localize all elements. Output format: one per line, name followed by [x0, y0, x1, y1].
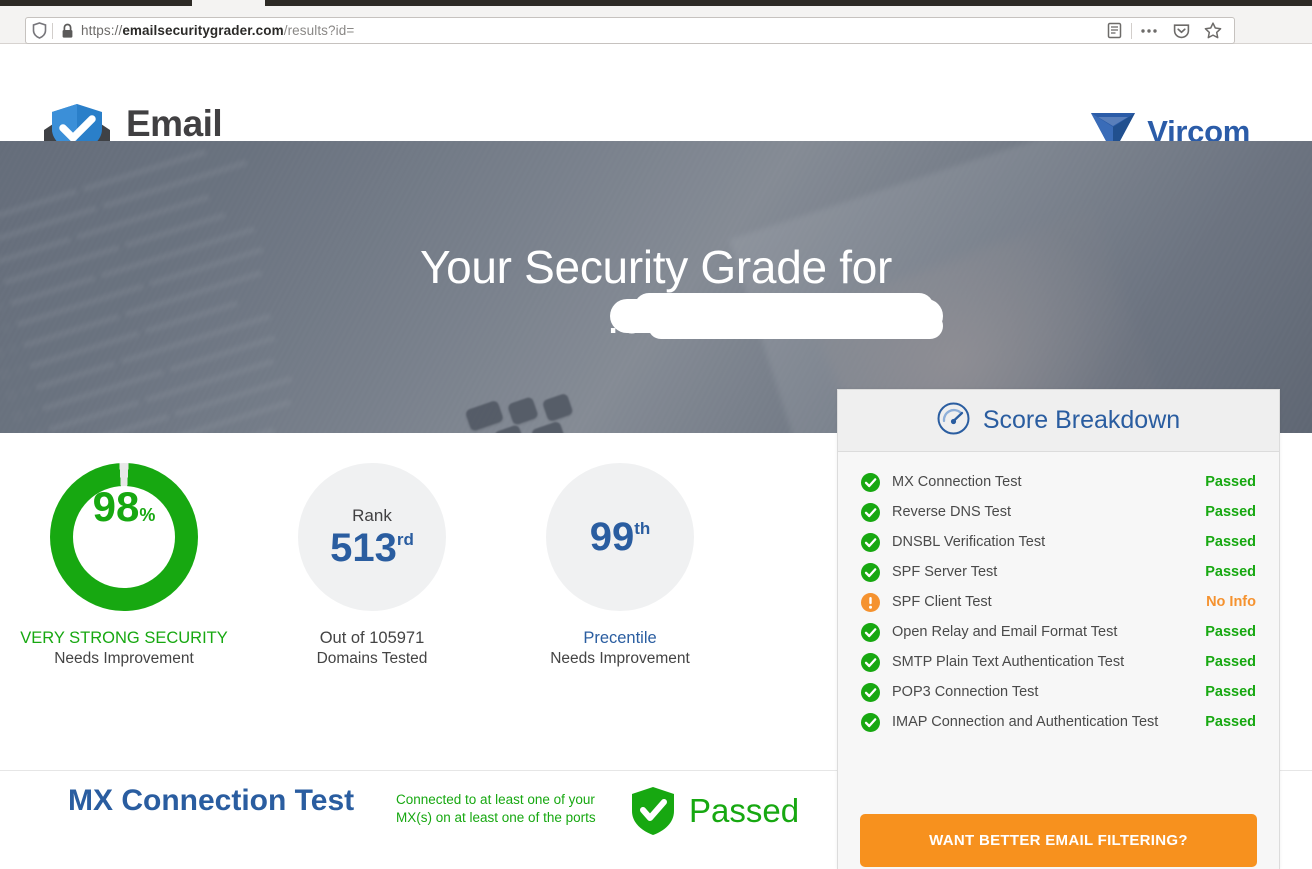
- speedometer-icon: [937, 402, 970, 440]
- test-result: Passed: [1205, 474, 1256, 490]
- mx-test-status: Passed: [630, 786, 799, 836]
- rank-caption-primary: Out of 105971: [319, 629, 425, 647]
- grade-donut-center: 98 %: [73, 486, 175, 588]
- test-name: SPF Server Test: [892, 564, 998, 580]
- check-circle-icon: [861, 532, 892, 552]
- test-name: POP3 Connection Test: [892, 684, 1039, 700]
- check-circle-icon: [861, 622, 892, 642]
- rank-circle: Rank 513rd: [298, 463, 446, 611]
- url-text: https://emailsecuritygrader.com/results?…: [81, 23, 1099, 38]
- test-name: Open Relay and Email Format Test: [892, 624, 1118, 640]
- score-card-rank: Rank 513rd Out of 105971 Domains Tested: [248, 463, 496, 670]
- table-row[interactable]: DNSBL Verification Test Passed: [861, 527, 1256, 557]
- table-row[interactable]: POP3 Connection Test Passed: [861, 677, 1256, 707]
- grade-caption-primary: VERY STRONG SECURITY: [20, 629, 228, 647]
- page-viewport: Email Security Grader Vircom: [0, 45, 1312, 869]
- browser-window: https://emailsecuritygrader.com/results?…: [0, 0, 1312, 869]
- url-bar[interactable]: https://emailsecuritygrader.com/results?…: [25, 17, 1235, 44]
- percentile-value-group: 99th: [590, 517, 651, 557]
- exclamation-circle-icon: [861, 592, 892, 612]
- url-scheme: https://: [81, 23, 123, 38]
- check-circle-icon: [861, 562, 892, 582]
- table-row[interactable]: Open Relay and Email Format Test Passed: [861, 617, 1256, 647]
- grade-caption-secondary: Needs Improvement: [54, 650, 194, 668]
- url-path: /results?id=: [283, 23, 355, 38]
- check-circle-icon: [861, 682, 892, 702]
- check-circle-icon: [861, 652, 892, 672]
- table-row[interactable]: Reverse DNS Test Passed: [861, 497, 1256, 527]
- want-better-email-filtering-button[interactable]: WANT BETTER EMAIL FILTERING?: [860, 814, 1257, 867]
- tools-divider: [1131, 22, 1132, 39]
- browser-navigation-bar: https://emailsecuritygrader.com/results?…: [0, 6, 1312, 44]
- site-header: Email Security Grader Vircom: [0, 45, 1312, 160]
- grade-caption: VERY STRONG SECURITY Needs Improvement: [20, 627, 228, 670]
- percentile-circle: 99th: [546, 463, 694, 611]
- grade-value: 98: [92, 483, 140, 530]
- url-host: emailsecuritygrader.com: [122, 23, 284, 38]
- test-result: Passed: [1205, 654, 1256, 670]
- score-breakdown-title: Score Breakdown: [982, 406, 1181, 434]
- url-bar-tools: [1099, 19, 1234, 43]
- rank-label: Rank: [352, 506, 392, 525]
- test-result: Passed: [1205, 534, 1256, 550]
- test-name: SMTP Plain Text Authentication Test: [892, 654, 1125, 670]
- percentile-caption-primary: Precentile: [583, 629, 657, 647]
- rank-value: 513: [330, 526, 397, 570]
- test-name: MX Connection Test: [892, 474, 1022, 490]
- check-shield-icon: [630, 786, 676, 836]
- test-result: Passed: [1205, 624, 1256, 640]
- test-result: Passed: [1205, 504, 1256, 520]
- test-name: DNSBL Verification Test: [892, 534, 1046, 550]
- star-bookmark-icon[interactable]: [1198, 19, 1228, 43]
- test-result: No Info: [1206, 594, 1256, 610]
- percentile-caption: Precentile Needs Improvement: [550, 627, 690, 670]
- mx-test-title: MX Connection Test: [68, 784, 355, 817]
- rank-caption-secondary: Domains Tested: [316, 650, 428, 668]
- table-row[interactable]: SPF Server Test Passed: [861, 557, 1256, 587]
- table-row[interactable]: IMAP Connection and Authentication Test …: [861, 707, 1256, 737]
- rank-suffix: rd: [396, 530, 414, 549]
- reader-view-icon[interactable]: [1099, 19, 1129, 43]
- grade-donut-chart: 98 %: [50, 463, 198, 611]
- test-name: SPF Client Test: [892, 594, 992, 610]
- test-result: Passed: [1205, 564, 1256, 580]
- percentile-suffix: th: [634, 519, 651, 538]
- percentile-value: 99: [589, 515, 635, 559]
- score-breakdown-list: MX Connection Test Passed Reverse DNS Te…: [838, 452, 1279, 737]
- rank-value-group: 513rd: [330, 528, 414, 568]
- table-row[interactable]: SPF Client Test No Info: [861, 587, 1256, 617]
- grade-unit: %: [139, 505, 156, 525]
- more-options-icon[interactable]: [1134, 19, 1164, 43]
- rank-caption: Out of 105971 Domains Tested: [317, 627, 428, 670]
- test-result: Passed: [1205, 714, 1256, 730]
- check-circle-icon: [861, 502, 892, 522]
- score-breakdown-panel: Score Breakdown MX Connection Test Passe…: [837, 389, 1280, 869]
- score-breakdown-header: Score Breakdown: [838, 390, 1279, 452]
- percentile-caption-secondary: Needs Improvement: [550, 650, 690, 668]
- test-result: Passed: [1205, 684, 1256, 700]
- test-name: IMAP Connection and Authentication Test: [892, 714, 1159, 730]
- logo-text-email: Email: [126, 102, 223, 144]
- mx-test-status-text: Passed: [689, 792, 800, 829]
- table-row[interactable]: MX Connection Test Passed: [861, 467, 1256, 497]
- test-name: Reverse DNS Test: [892, 504, 1011, 520]
- mx-test-description: Connected to at least one of your MX(s) …: [396, 792, 596, 825]
- table-row[interactable]: SMTP Plain Text Authentication Test Pass…: [861, 647, 1256, 677]
- check-circle-icon: [861, 472, 892, 492]
- check-circle-icon: [861, 712, 892, 732]
- padlock-icon[interactable]: [53, 23, 81, 39]
- score-card-grade: 98 % VERY STRONG SECURITY Needs Improvem…: [0, 463, 248, 670]
- redacted-domain-mask: [609, 293, 943, 339]
- hero-title-line1: Your Security Grade for: [419, 241, 893, 294]
- pocket-icon[interactable]: [1166, 19, 1196, 43]
- tracking-protection-shield-icon[interactable]: [26, 22, 52, 39]
- score-card-percentile: 99th Precentile Needs Improvement: [496, 463, 744, 670]
- hero-title-line2: .com: [607, 292, 943, 343]
